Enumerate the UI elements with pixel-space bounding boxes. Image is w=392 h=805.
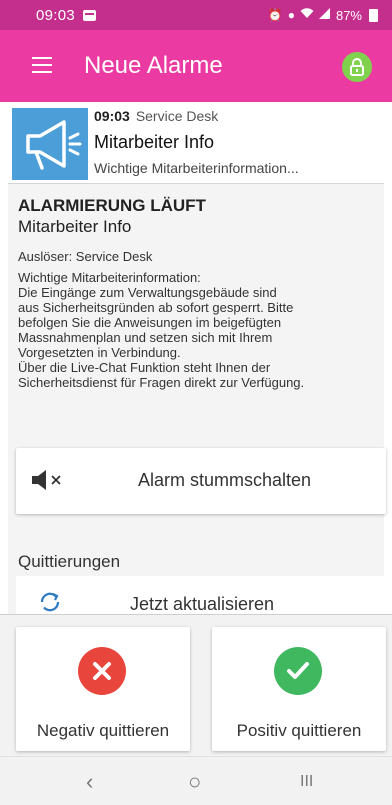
notification-preview: Wichtige Mitarbeiterinformation... — [94, 160, 299, 176]
system-nav-bar: ‹ ○ III — [0, 756, 392, 805]
app-notification-icon — [83, 9, 97, 21]
notification-title: Mitarbeiter Info — [94, 132, 215, 152]
alarm-message: Wichtige Mitarbeiterinformation: Die Ein… — [18, 270, 378, 390]
menu-icon[interactable] — [32, 57, 52, 73]
acknowledge-actions: Negativ quittieren Positiv quittieren — [0, 614, 392, 756]
refresh-icon — [40, 592, 60, 612]
positive-acknowledge-button[interactable]: Positiv quittieren — [212, 627, 386, 751]
message-line: Über die Live-Chat Funktion steht Ihnen … — [18, 360, 271, 375]
message-line: Vorgesetzten in Verbindung. — [18, 345, 181, 360]
message-line: Die Eingänge zum Verwaltungsgebäude sind — [18, 285, 277, 300]
mute-alarm-button[interactable]: Alarm stummschalten — [16, 448, 386, 514]
acknowledgements-heading: Quittierungen — [18, 552, 121, 571]
message-line: Massnahmenplan und setzen sich mit Ihrem — [18, 330, 273, 345]
mute-alarm-label: Alarm stummschalten — [138, 470, 312, 490]
back-button[interactable]: ‹ — [86, 769, 93, 795]
refresh-label: Jetzt aktualisieren — [130, 594, 275, 614]
message-line: aus Sicherheitsgründen ab sofort gesperr… — [18, 300, 294, 315]
home-button[interactable]: ○ — [188, 769, 201, 795]
battery-percent: 87% — [335, 7, 362, 23]
message-line: Sicherheitsdienst für Fragen direkt zur … — [18, 375, 305, 390]
app-bar: Neue Alarme — [0, 30, 392, 102]
negative-acknowledge-button[interactable]: Negativ quittieren — [16, 627, 190, 751]
lock-icon — [350, 58, 364, 76]
wifi-icon — [300, 8, 314, 22]
notification-time: 09:03 — [94, 108, 130, 124]
alarm-trigger: Auslöser: Service Desk — [18, 249, 153, 264]
negative-acknowledge-label: Negativ quittieren — [36, 721, 170, 740]
location-icon: ● — [287, 8, 295, 22]
status-time: 09:03 — [36, 6, 76, 24]
signal-icon — [318, 8, 331, 22]
alarm-subtitle: Mitarbeiter Info — [18, 217, 132, 236]
battery-icon — [369, 8, 378, 22]
alarm-detail: ALARMIERUNG LÄUFT Mitarbeiter Info Auslö… — [8, 184, 386, 614]
notification-meta: 09:03 Service Desk — [94, 108, 218, 124]
alarm-icon: ⏰ — [267, 8, 283, 22]
status-icons: ⏰ ● 87% — [268, 8, 378, 23]
notification-source: Service Desk — [135, 108, 219, 124]
alarm-status-heading: ALARMIERUNG LÄUFT — [18, 196, 206, 215]
check-icon — [274, 647, 322, 695]
alarm-notification-card[interactable]: 09:03 Service Desk Mitarbeiter Info Wicht… — [8, 102, 384, 184]
message-line: befolgen Sie die Anweisungen im beigefüg… — [18, 315, 282, 330]
recents-button[interactable]: III — [300, 773, 313, 791]
close-icon — [78, 647, 126, 695]
lock-button[interactable] — [342, 52, 372, 82]
page-title: Neue Alarme — [84, 52, 223, 79]
speaker-mute-icon — [32, 470, 61, 490]
status-bar: 09:03 ⏰ ● 87% — [0, 0, 392, 30]
refresh-button[interactable]: Jetzt aktualisieren — [16, 576, 386, 614]
message-line: Wichtige Mitarbeiterinformation: — [18, 270, 201, 285]
megaphone-icon — [12, 108, 88, 180]
positive-acknowledge-label: Positiv quittieren — [236, 721, 362, 740]
